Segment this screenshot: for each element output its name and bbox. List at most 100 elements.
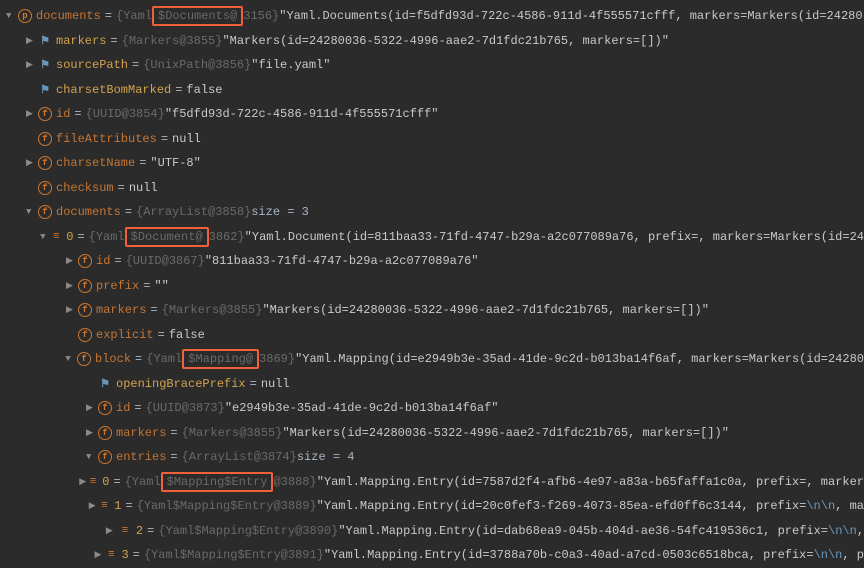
value-text: "Yaml.Mapping.Entry(id=7587d2f4-afb6-4e9…	[317, 475, 864, 489]
field-name: id	[116, 401, 130, 415]
equals-sign: =	[139, 156, 146, 170]
list-item-icon: ≡	[99, 499, 111, 513]
tree-row[interactable]: fchecksum = null	[0, 176, 864, 201]
expand-arrow-icon[interactable]: ▶	[26, 36, 38, 46]
tree-row[interactable]: ▶fmarkers = {Markers@3855} "Markers(id=2…	[0, 298, 864, 323]
type-highlight: $Document@	[125, 227, 209, 247]
field-name: checksum	[56, 181, 114, 195]
field-icon: f	[38, 205, 52, 219]
equals-sign: =	[125, 499, 132, 513]
tree-row[interactable]: ▼fblock = {Yaml$Mapping@3869} "Yaml.Mapp…	[0, 347, 864, 372]
tree-row[interactable]: ▼≡0 = {Yaml$Document@3862} "Yaml.Documen…	[0, 225, 864, 250]
value-text: ""	[154, 279, 168, 293]
value-text: "Yaml.Mapping.Entry(id=dab68ea9-045b-404…	[338, 524, 828, 538]
field-name: block	[95, 352, 131, 366]
expand-arrow-icon[interactable]: ▶	[66, 256, 78, 266]
expand-arrow-icon[interactable]: ▶	[106, 526, 118, 536]
list-item-icon: ≡	[88, 475, 98, 489]
value-text: "file.yaml"	[251, 58, 330, 72]
tree-row[interactable]: ▶fid = {UUID@3867} "811baa33-71fd-4747-b…	[0, 249, 864, 274]
tree-row[interactable]: ⚑charsetBomMarked = false	[0, 78, 864, 103]
type-ref: 3862}	[209, 230, 245, 244]
field-name: prefix	[96, 279, 139, 293]
tree-row[interactable]: ▶fcharsetName = "UTF-8"	[0, 151, 864, 176]
type-ref: {Markers@3855}	[162, 303, 263, 317]
flag-icon: ⚑	[38, 58, 52, 72]
expand-arrow-icon[interactable]: ▶	[86, 403, 98, 413]
tree-row[interactable]: fexplicit = false	[0, 323, 864, 348]
expand-arrow-icon[interactable]: ▶	[26, 109, 38, 119]
field-name: documents	[36, 9, 101, 23]
field-name: 3	[121, 548, 128, 562]
tree-row[interactable]: ▶fid = {UUID@3854} "f5dfd93d-722c-4586-9…	[0, 102, 864, 127]
tree-row[interactable]: ▶≡3 = {Yaml$Mapping$Entry@3891} "Yaml.Ma…	[0, 543, 864, 568]
equals-sign: =	[125, 205, 132, 219]
expand-arrow-icon[interactable]: ▶	[66, 305, 78, 315]
collapse-arrow-icon[interactable]: ▼	[6, 11, 18, 21]
equals-sign: =	[133, 548, 140, 562]
expand-arrow-icon[interactable]: ▶	[89, 501, 99, 511]
field-name: documents	[56, 205, 121, 219]
tree-row[interactable]: ⚑openingBracePrefix = null	[0, 372, 864, 397]
equals-sign: =	[113, 475, 120, 489]
tree-row[interactable]: ▶fid = {UUID@3873} "e2949b3e-35ad-41de-9…	[0, 396, 864, 421]
field-icon: f	[38, 132, 52, 146]
expand-arrow-icon[interactable]: ▶	[79, 477, 88, 487]
expand-arrow-icon[interactable]: ▶	[86, 428, 98, 438]
type-ref: {UUID@3854}	[86, 107, 165, 121]
field-icon: f	[38, 181, 52, 195]
collapse-arrow-icon[interactable]: ▼	[86, 452, 98, 462]
value-text: , ma	[835, 499, 864, 513]
value-text: "Yaml.Document(id=811baa33-71fd-4747-b29…	[245, 230, 864, 244]
expand-arrow-icon[interactable]: ▶	[26, 60, 38, 70]
tree-row[interactable]: ▶≡2 = {Yaml$Mapping$Entry@3890} "Yaml.Ma…	[0, 519, 864, 544]
collapse-arrow-icon[interactable]: ▼	[65, 354, 77, 364]
equals-sign: =	[175, 83, 182, 97]
tree-row[interactable]: ▶≡0 = {Yaml$Mapping$Entry@3888} "Yaml.Ma…	[0, 470, 864, 495]
equals-sign: =	[135, 352, 142, 366]
expand-arrow-icon[interactable]: ▶	[66, 281, 78, 291]
escape-sequence: \n\n	[814, 548, 843, 562]
field-icon: f	[98, 426, 112, 440]
tree-row[interactable]: ffileAttributes = null	[0, 127, 864, 152]
collapse-arrow-icon[interactable]: ▼	[26, 207, 38, 217]
type-ref: {Yaml	[116, 9, 152, 23]
field-name: entries	[116, 450, 166, 464]
equals-sign: =	[170, 450, 177, 464]
type-ref: {Yaml	[89, 230, 125, 244]
escape-sequence: \n\n	[828, 524, 857, 538]
field-name: markers	[56, 34, 106, 48]
collapse-arrow-icon[interactable]: ▼	[40, 232, 50, 242]
tree-row[interactable]: ▶⚑markers = {Markers@3855} "Markers(id=2…	[0, 29, 864, 54]
field-name: 1	[114, 499, 121, 513]
tree-row[interactable]: ▶⚑sourcePath = {UnixPath@3856} "file.yam…	[0, 53, 864, 78]
field-name: 2	[136, 524, 143, 538]
expand-arrow-icon[interactable]: ▶	[26, 158, 38, 168]
type-ref: {Markers@3855}	[122, 34, 223, 48]
field-name: fileAttributes	[56, 132, 157, 146]
field-icon: f	[98, 401, 112, 415]
field-icon: f	[98, 450, 112, 464]
field-name: 0	[102, 475, 109, 489]
tree-row[interactable]: ▼pdocuments = {Yaml$Documents@3156} "Yam…	[0, 4, 864, 29]
value-text: "f5dfd93d-722c-4586-911d-4f555571cfff"	[165, 107, 439, 121]
field-name: id	[56, 107, 70, 121]
value-text: size = 4	[297, 450, 355, 464]
tree-row[interactable]: ▼fentries = {ArrayList@3874} size = 4	[0, 445, 864, 470]
tree-row[interactable]: ▶fprefix = ""	[0, 274, 864, 299]
type-ref: {UUID@3873}	[146, 401, 225, 415]
expand-arrow-icon[interactable]: ▶	[94, 550, 105, 560]
tree-row[interactable]: ▼fdocuments = {ArrayList@3858} size = 3	[0, 200, 864, 225]
type-ref: {Yaml$Mapping$Entry@3889}	[137, 499, 317, 513]
type-highlight: $Documents@	[152, 6, 243, 26]
field-name: explicit	[96, 328, 154, 342]
equals-sign: =	[77, 230, 84, 244]
tree-row[interactable]: ▶fmarkers = {Markers@3855} "Markers(id=2…	[0, 421, 864, 446]
field-icon: f	[78, 279, 92, 293]
type-ref: 3156}	[243, 9, 279, 23]
tree-row[interactable]: ▶≡1 = {Yaml$Mapping$Entry@3889} "Yaml.Ma…	[0, 494, 864, 519]
equals-sign: =	[143, 279, 150, 293]
type-ref: @3888}	[273, 475, 316, 489]
equals-sign: =	[118, 181, 125, 195]
field-name: charsetName	[56, 156, 135, 170]
